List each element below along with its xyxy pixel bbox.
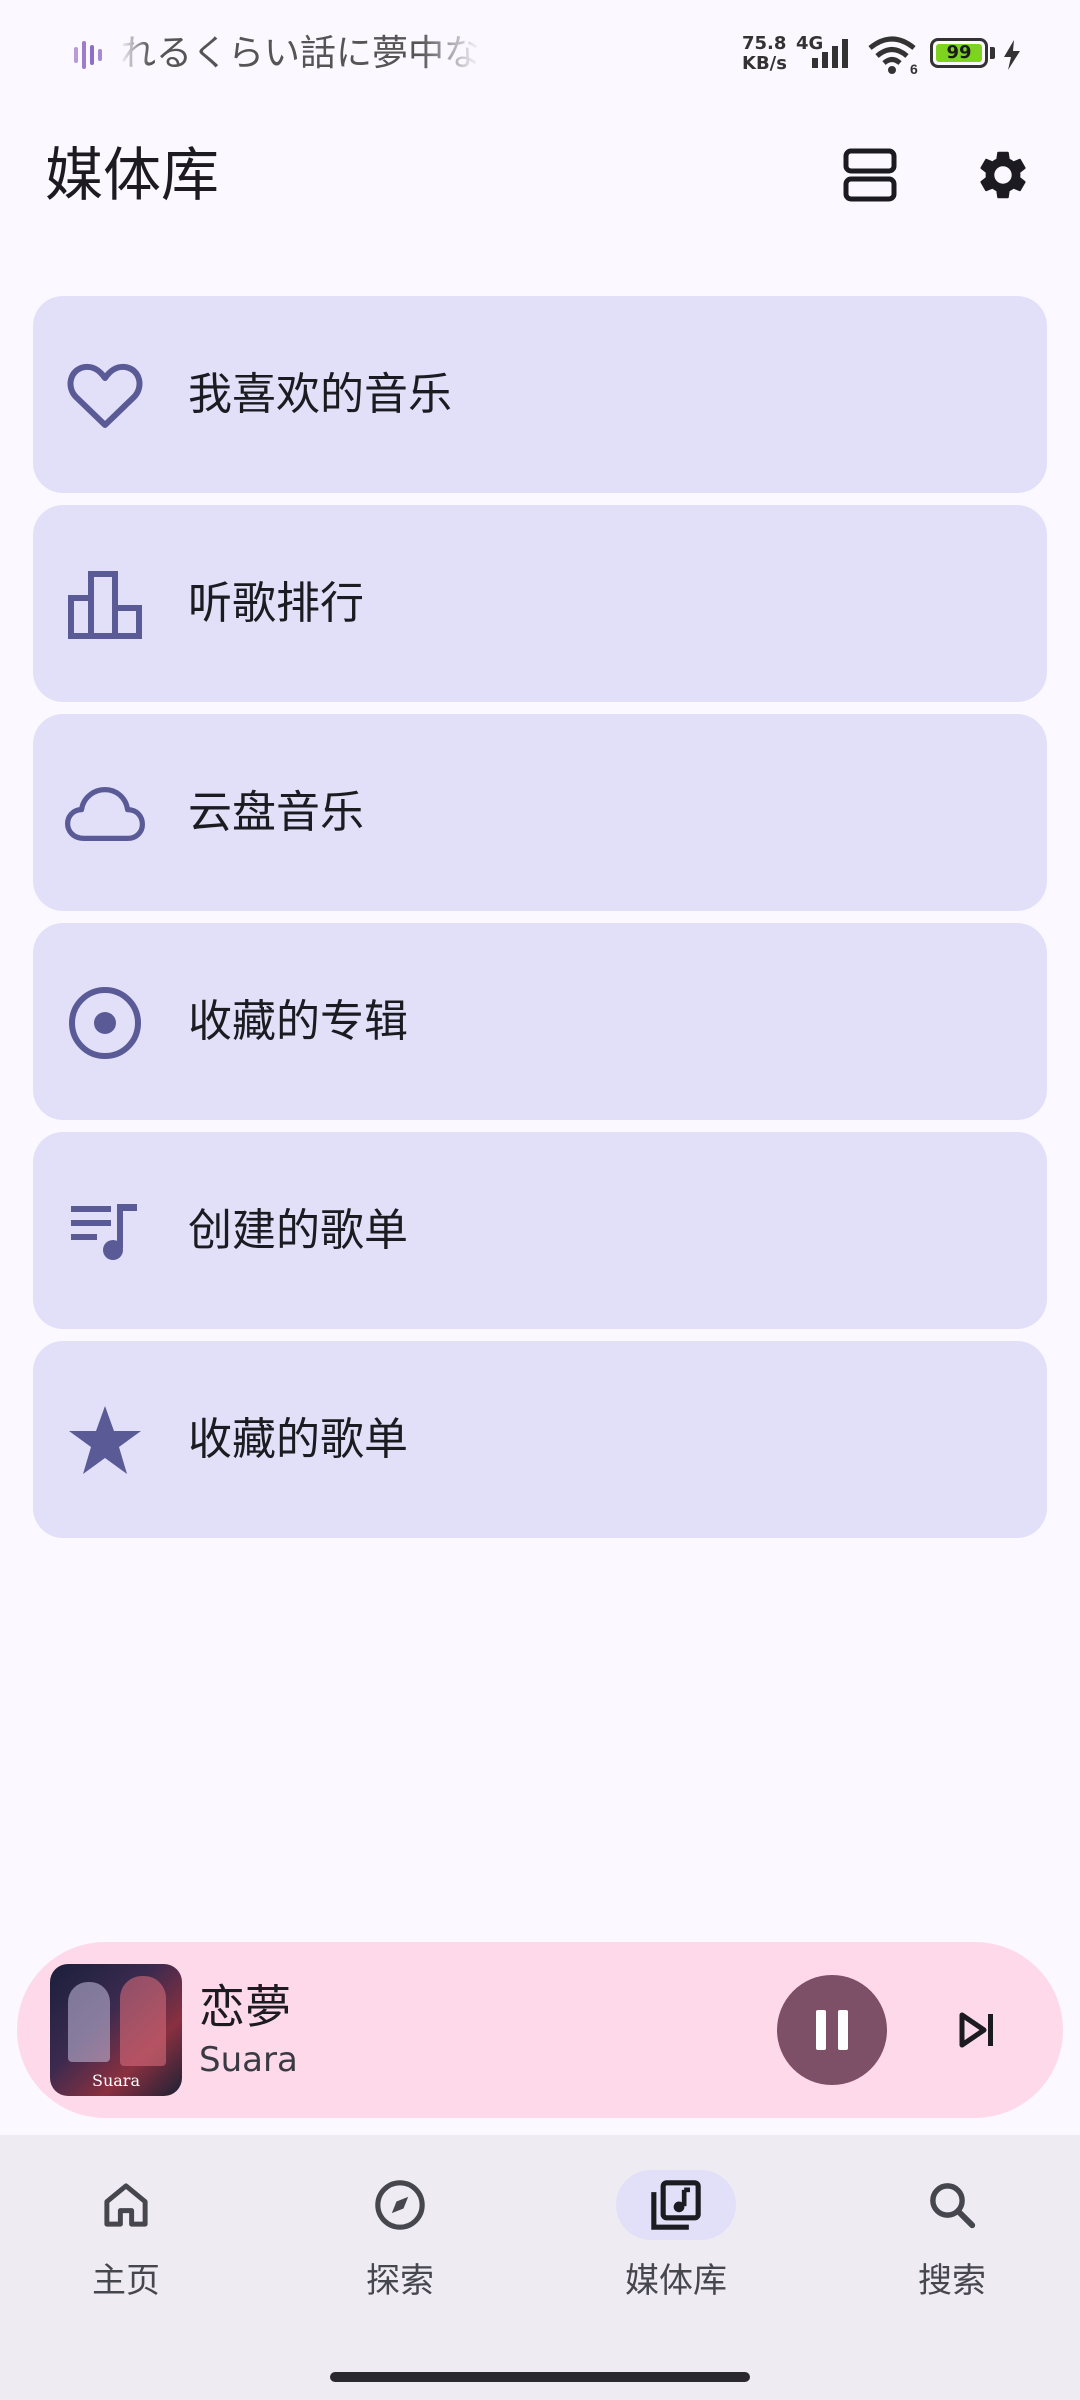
- view-agenda-icon: [843, 148, 897, 202]
- library-item-label: 听歌排行: [188, 578, 364, 629]
- bottom-navigation: 主页 探索 媒体库 搜索: [0, 2135, 1080, 2400]
- playlist-icon: [65, 1192, 145, 1272]
- nav-label: 探索: [366, 2261, 434, 2301]
- nav-icon-container: [892, 2170, 1012, 2240]
- pause-button[interactable]: [777, 1975, 887, 2085]
- library-item-saved-albums[interactable]: 收藏的专辑: [33, 923, 1047, 1120]
- album-art-figure: [120, 1976, 166, 2066]
- nav-explore[interactable]: 探索: [300, 2170, 500, 2310]
- nav-icon-container: [66, 2170, 186, 2240]
- nav-home[interactable]: 主页: [26, 2170, 226, 2310]
- battery-tip: [990, 47, 995, 59]
- library-item-cloud-music[interactable]: 云盘音乐: [33, 714, 1047, 911]
- nav-library[interactable]: 媒体库: [576, 2170, 776, 2310]
- search-icon: [930, 2183, 976, 2229]
- page-title: 媒体库: [45, 141, 220, 209]
- battery-level: 99: [936, 44, 982, 62]
- nav-label: 媒体库: [625, 2261, 727, 2301]
- library-item-saved-playlists[interactable]: 收藏的歌单: [33, 1341, 1047, 1538]
- heart-icon: [65, 356, 145, 436]
- wifi-icon: 6: [868, 36, 918, 76]
- compass-icon: [375, 2180, 425, 2230]
- home-icon: [104, 2183, 148, 2227]
- library-item-label: 收藏的专辑: [188, 996, 408, 1047]
- nav-icon-container-active: [616, 2170, 736, 2240]
- audio-wave-icon: [74, 41, 102, 69]
- song-title: 恋夢: [199, 1980, 291, 2034]
- library-item-liked-music[interactable]: 我喜欢的音乐: [33, 296, 1047, 493]
- mini-player[interactable]: Suara 恋夢 Suara: [17, 1942, 1063, 2118]
- skip-next-button[interactable]: [937, 1990, 1017, 2070]
- library-item-label: 我喜欢的音乐: [188, 369, 452, 420]
- signal-icon: [812, 39, 848, 68]
- net-speed: 75.8 KB/s: [742, 33, 787, 74]
- settings-button[interactable]: [963, 135, 1043, 215]
- nav-icon-container: [340, 2170, 460, 2240]
- nav-search[interactable]: 搜索: [852, 2170, 1052, 2310]
- album-art-figure: [68, 1982, 110, 2062]
- album-art-caption: Suara: [92, 2071, 140, 2090]
- home-indicator[interactable]: [330, 2372, 750, 2382]
- library-list: 我喜欢的音乐 听歌排行 云盘音乐 收藏的专辑 创建的歌单 收藏的歌单: [33, 296, 1047, 1550]
- now-playing-ticker: れるくらい話に夢中な: [120, 33, 480, 74]
- library-item-ranking[interactable]: 听歌排行: [33, 505, 1047, 702]
- cloud-icon: [65, 774, 145, 854]
- song-artist: Suara: [199, 2040, 298, 2080]
- skip-next-icon: [959, 2012, 993, 2048]
- library-item-label: 云盘音乐: [188, 787, 364, 838]
- library-item-label: 收藏的歌单: [188, 1414, 408, 1465]
- status-bar: れるくらい話に夢中な 75.8 KB/s 4G 6 99: [0, 0, 1080, 110]
- nav-label: 主页: [92, 2261, 160, 2301]
- wifi-badge: 6: [910, 61, 918, 76]
- leaderboard-icon: [65, 565, 145, 645]
- nav-label: 搜索: [918, 2261, 986, 2301]
- battery-icon: 99: [930, 38, 988, 68]
- library-item-created-playlists[interactable]: 创建的歌单: [33, 1132, 1047, 1329]
- album-icon: [65, 983, 145, 1063]
- star-icon: [65, 1401, 145, 1481]
- album-art[interactable]: Suara: [50, 1964, 182, 2096]
- charging-icon: [1004, 40, 1020, 70]
- library-item-label: 创建的歌单: [188, 1205, 408, 1256]
- pause-icon: [816, 2010, 848, 2050]
- view-toggle-button[interactable]: [830, 135, 910, 215]
- library-music-icon: [651, 2180, 701, 2230]
- gear-icon: [980, 151, 1026, 199]
